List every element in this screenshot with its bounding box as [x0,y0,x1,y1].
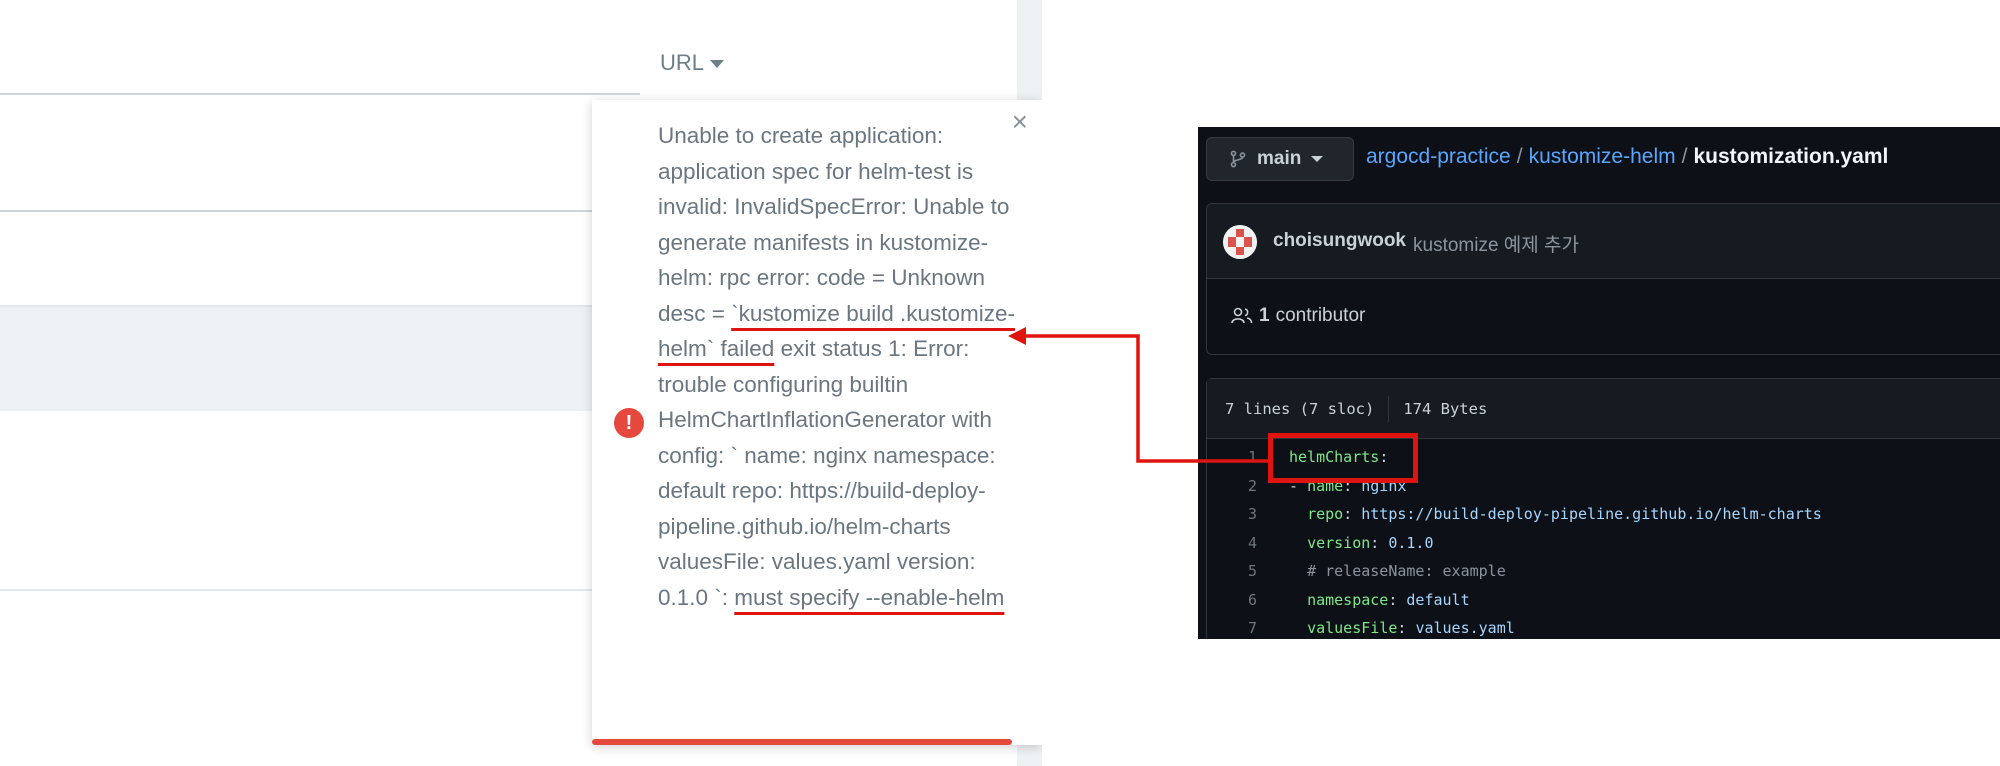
file-info-divider [1388,395,1390,422]
argocd-screenshot: URL × ! Unable to create application: ap… [0,0,1042,766]
code-value: values.yaml [1415,619,1515,637]
error-message: Unable to create application: applicatio… [658,118,1018,615]
table-row-highlight [0,307,620,411]
latest-commit-box: choisungwook kustomize 예제 추가 [1206,203,2000,279]
file-size: 174 Bytes [1403,399,1488,418]
table-divider [0,589,620,591]
line-number[interactable]: 1 [1207,443,1257,472]
breadcrumb-separator: / [1516,145,1523,168]
code-line: 5 # releaseName: example [1207,557,2000,586]
contributor-label: contributor [1275,305,1366,326]
file-viewer: 7 lines (7 sloc) 174 Bytes 1 helmCharts: 2… [1206,378,2000,639]
code-colon: : [1343,505,1362,523]
branch-name: main [1257,148,1302,169]
code-key: repo [1307,505,1344,523]
line-number[interactable]: 4 [1207,529,1257,558]
code-colon: : [1388,590,1407,609]
line-number[interactable]: 2 [1207,472,1257,501]
line-number[interactable]: 3 [1207,500,1257,529]
caret-down-icon [710,60,725,68]
code-key: version [1307,533,1371,552]
error-message-part: Unable to create application: applicatio… [658,123,1010,326]
url-dropdown-label: URL [660,50,705,75]
commit-message-link[interactable]: kustomize 예제 추가 [1413,230,1579,257]
error-message-part: exit status 1: Error: trouble configurin… [658,336,996,610]
code-line: 7 valuesFile: values.yaml [1207,614,2000,639]
code-line: 6 namespace: default [1207,586,2000,615]
caret-down-icon [1311,156,1324,162]
branch-selector-button[interactable]: main [1206,137,1354,181]
breadcrumb-current-file: kustomization.yaml [1693,145,1889,168]
people-icon [1231,307,1253,324]
code-value: https://build-deploy-pipeline.github.io/… [1361,505,1822,523]
breadcrumb-folder-link[interactable]: kustomize-helm [1529,145,1676,168]
contributors-link[interactable]: 1 contributor [1231,305,1365,327]
file-line-count: 7 lines (7 sloc) [1225,399,1375,418]
error-icon: ! [614,408,644,438]
annotation-highlight-box [1268,433,1418,483]
code-colon: : [1370,533,1389,552]
breadcrumb-separator: / [1681,145,1688,168]
table-divider [0,210,620,212]
code-content: namespace: default [1289,586,1470,615]
error-message-highlight-enable-helm: must specify --enable-helm [734,584,1005,610]
contributor-count: 1 [1259,305,1270,326]
contributors-box: 1 contributor [1206,279,2000,355]
table-divider [0,93,640,95]
commit-author-link[interactable]: choisungwook [1273,230,1406,252]
code-key: namespace [1307,590,1389,609]
code-comment: # releaseName: example [1307,562,1506,580]
code-line: 3 repo: https://build-deploy-pipeline.gi… [1207,500,2000,529]
code-content: version: 0.1.0 [1289,529,1434,558]
code-content: valuesFile: values.yaml [1289,614,1515,639]
github-screenshot: main argocd-practice / kustomize-helm / kust… [1198,127,2000,639]
code-content: # releaseName: example [1289,557,1506,586]
git-branch-icon [1230,150,1246,168]
code-key: valuesFile [1307,619,1398,637]
line-number[interactable]: 7 [1207,614,1257,639]
url-column-dropdown[interactable]: URL [660,50,725,76]
code-line: 4 version: 0.1.0 [1207,529,2000,558]
code-colon: : [1397,619,1416,637]
code-content: repo: https://build-deploy-pipeline.gith… [1289,500,1822,529]
line-number[interactable]: 6 [1207,586,1257,615]
code-value: 0.1.0 [1388,533,1434,552]
code-value: default [1406,590,1470,609]
breadcrumb: argocd-practice / kustomize-helm / kustomiza… [1366,145,1888,169]
notification-progress-bar [592,739,1012,745]
line-number[interactable]: 5 [1207,557,1257,586]
breadcrumb-repo-link[interactable]: argocd-practice [1366,145,1511,168]
avatar[interactable] [1223,225,1257,259]
file-info-header: 7 lines (7 sloc) 174 Bytes [1207,379,2000,439]
error-notification: × ! Unable to create application: applic… [592,100,1042,745]
